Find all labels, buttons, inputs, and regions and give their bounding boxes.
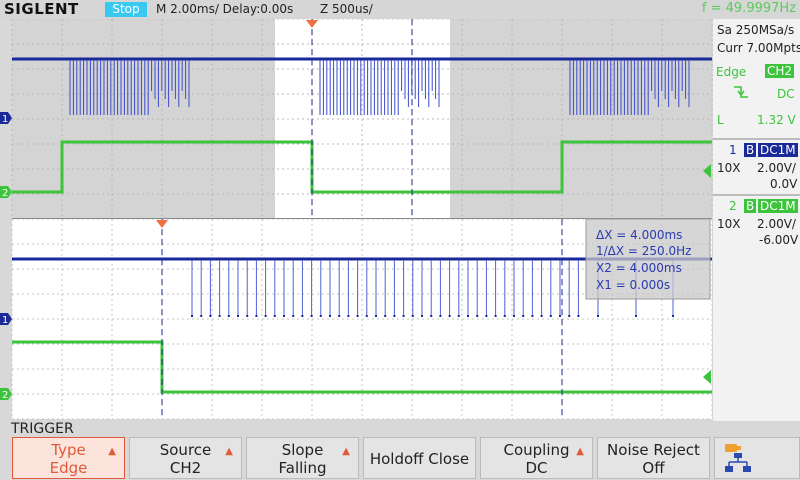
up-arrow-icon: ▲ <box>108 446 116 457</box>
up-arrow-icon: ▲ <box>342 446 350 457</box>
trigger-coupling: DC <box>777 87 795 101</box>
ch1-ground-marker-main[interactable]: 1 <box>0 112 12 125</box>
channel-divider <box>713 194 800 196</box>
ch2-coupling-badge: DC1M <box>758 199 798 213</box>
zoom-timebase-readout[interactable]: Z 500us/ <box>320 2 373 16</box>
ch1-ground-marker-zoom[interactable]: 1 <box>0 313 12 326</box>
slope-softkey[interactable]: Slope Falling ▲ <box>246 437 359 479</box>
ch2-probe: 10X <box>717 217 741 231</box>
inverse-delta-x-readout: 1/ΔX = 250.0Hz <box>596 244 691 258</box>
svg-text:1: 1 <box>2 114 8 125</box>
ch2-ground-marker-zoom[interactable]: 2 <box>0 388 12 401</box>
up-arrow-icon: ▲ <box>576 446 584 457</box>
softkey-bar: Type Edge ▲ Source CH2 ▲ Slope Falling ▲… <box>0 437 800 480</box>
ch2-ground-marker-main[interactable]: 2 <box>0 186 12 199</box>
timebase-readout[interactable]: M 2.00ms/ Delay:0.00s <box>156 2 293 16</box>
x1-readout: X1 = 0.000s <box>596 278 670 292</box>
channel-divider <box>713 138 800 140</box>
holdoff-softkey[interactable]: Holdoff Close <box>363 437 476 479</box>
trigger-source-badge: CH2 <box>765 64 795 78</box>
type-softkey[interactable]: Type Edge ▲ <box>12 437 125 479</box>
ch1-coupling-badge: DC1M <box>758 143 798 157</box>
up-arrow-icon: ▲ <box>225 446 233 457</box>
trigger-level-label: L <box>717 113 724 127</box>
softkey-label: Noise Reject <box>607 441 700 459</box>
cursor-readout-box: ΔX = 4.000ms 1/ΔX = 250.0Hz X2 = 4.000ms… <box>585 218 711 300</box>
top-status-bar: SIGLENT Stop M 2.00ms/ Delay:0.00s Z 500… <box>0 0 800 19</box>
svg-text:2: 2 <box>2 188 8 199</box>
ch1-bandwidth-badge: B <box>744 143 757 157</box>
source-softkey[interactable]: Source CH2 ▲ <box>129 437 242 479</box>
falling-edge-icon <box>734 86 748 98</box>
network-icon <box>725 444 751 472</box>
brand-logo: SIGLENT <box>4 0 79 18</box>
ch1-probe: 10X <box>717 161 741 175</box>
coupling-softkey[interactable]: Coupling DC ▲ <box>480 437 593 479</box>
svg-text:1: 1 <box>2 315 8 326</box>
ch2-number: 2 <box>729 199 737 213</box>
softkey-value: DC <box>525 459 548 477</box>
softkey-value: CH2 <box>169 459 202 477</box>
svg-text:2: 2 <box>2 390 8 401</box>
ch2-scale: 2.00V/ <box>757 217 796 231</box>
x2-readout: X2 = 4.000ms <box>596 261 682 275</box>
softkey-value: Edge <box>49 459 88 477</box>
ch1-offset: 0.0V <box>770 177 798 191</box>
ch2-bandwidth-badge: B <box>744 199 757 213</box>
memory-depth: Curr 7.00Mpts <box>717 41 800 55</box>
noise-reject-softkey[interactable]: Noise Reject Off <box>597 437 710 479</box>
softkey-label: Holdoff Close <box>369 450 470 468</box>
trigger-level-value: 1.32 V <box>757 113 796 127</box>
delta-x-readout: ΔX = 4.000ms <box>596 228 682 242</box>
menu-title: TRIGGER <box>11 421 74 437</box>
ch1-scale: 2.00V/ <box>757 161 796 175</box>
softkey-value: Falling <box>278 459 327 477</box>
network-status-button[interactable] <box>714 437 800 479</box>
softkey-value: Off <box>642 459 665 477</box>
frequency-counter: f = 49.9997Hz <box>701 1 796 16</box>
trigger-type: Edge <box>716 65 747 79</box>
run-stop-status[interactable]: Stop <box>105 2 147 17</box>
ch1-number: 1 <box>729 143 737 157</box>
ch2-offset: -6.00V <box>759 233 799 247</box>
sample-rate: Sa 250MSa/s <box>717 23 795 37</box>
info-side-panel: Sa 250MSa/s Curr 7.00Mpts Edge CH2 DC L … <box>713 19 800 421</box>
waveform-display[interactable]: 1 2 1 2 ΔX = 4.000ms 1/ΔX = 250.0Hz X2 =… <box>0 19 715 421</box>
